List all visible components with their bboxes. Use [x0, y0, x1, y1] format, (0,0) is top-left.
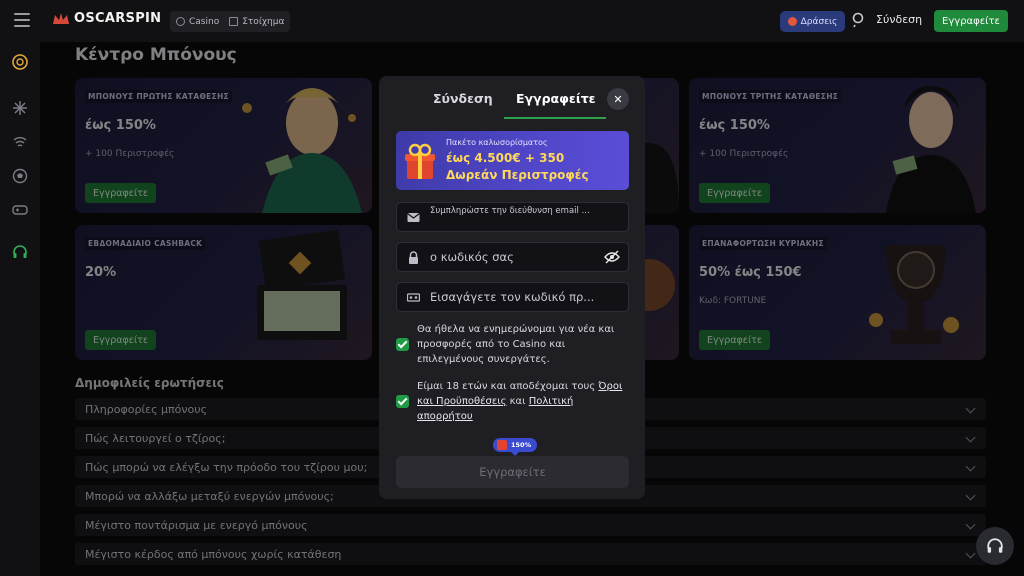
signal-icon[interactable]: [12, 134, 28, 150]
email-placeholder: Συμπληρώστε την διεύθυνση email ...: [430, 206, 590, 216]
password-placeholder: ο κωδικός σας: [430, 250, 514, 264]
close-button[interactable]: ✕: [607, 88, 629, 110]
headset-icon[interactable]: [12, 244, 28, 260]
banner-free-spins: Δωρεάν Περιστροφές: [446, 168, 589, 182]
register-button-top[interactable]: Εγγραφείτε: [934, 10, 1008, 32]
bonus-pill-label: 150%: [511, 441, 532, 449]
newsletter-checkbox[interactable]: [396, 338, 409, 351]
banner-subtitle: Πακέτο καλωσορίσματος: [446, 138, 548, 147]
terms-text: Είμαι 18 ετών και αποδέχομαι τους Όροι κ…: [417, 379, 629, 424]
gamepad-icon[interactable]: [12, 202, 28, 218]
email-field[interactable]: Συμπληρώστε την διεύθυνση email ...: [396, 202, 629, 232]
promo-code-field[interactable]: Εισαγάγετε τον κωδικό πρ...: [396, 282, 629, 312]
ticket-icon: [407, 293, 420, 302]
promotions-label: Δράσεις: [800, 16, 838, 27]
logo[interactable]: OSCARSPIN: [52, 11, 161, 26]
terms-middle: και: [506, 396, 529, 407]
newsletter-text: Θα ήθελα να ενημερώνομαι για νέα και προ…: [417, 324, 615, 365]
sports-icon: [229, 17, 239, 26]
gift-box-icon: [405, 143, 435, 179]
tab-sports-label: Στοίχημα: [242, 16, 285, 27]
active-tab-indicator: [504, 117, 606, 119]
promo-code-placeholder: Εισαγάγετε τον κωδικό πρ...: [430, 290, 595, 304]
tab-casino[interactable]: Casino: [176, 17, 219, 27]
tab-casino-label: Casino: [189, 16, 220, 27]
menu-icon[interactable]: [14, 13, 30, 27]
search-icon[interactable]: [852, 12, 866, 28]
product-tabs: Casino Στοίχημα: [170, 11, 291, 32]
support-chat-button[interactable]: [976, 527, 1014, 565]
gift-icon: [497, 440, 507, 450]
banner-amount: έως 4.500€ + 350: [446, 151, 565, 165]
welcome-banner: Πακέτο καλωσορίσματος έως 4.500€ + 350 Δ…: [396, 131, 629, 190]
snowflake-icon[interactable]: [12, 100, 28, 116]
bonus-pill: 150%: [493, 438, 538, 456]
login-link[interactable]: Σύνδεση: [876, 13, 922, 26]
terms-checkbox[interactable]: [396, 395, 409, 408]
crown-icon: [53, 12, 69, 24]
tab-register[interactable]: Εγγραφείτε: [516, 91, 596, 106]
auth-modal: Σύνδεση Εγγραφείτε ✕ Πακέτο καλωσορίσματ…: [379, 76, 645, 499]
promo-icon: [787, 17, 797, 26]
envelope-icon: [407, 213, 420, 222]
casino-icon: [176, 17, 185, 26]
register-submit-button[interactable]: Εγγραφείτε: [396, 456, 629, 488]
headset-icon: [987, 538, 1003, 553]
eye-off-icon[interactable]: [604, 250, 620, 264]
promotions-button[interactable]: Δράσεις: [780, 11, 845, 32]
roulette-icon[interactable]: [12, 54, 28, 70]
tab-login[interactable]: Σύνδεση: [433, 91, 493, 106]
password-field[interactable]: ο κωδικός σας: [396, 242, 629, 272]
football-icon[interactable]: [12, 168, 28, 184]
top-bar: OSCARSPIN Casino Στοίχημα Δράσεις Σύνδεσ…: [0, 0, 1024, 42]
lock-icon: [409, 251, 418, 264]
logo-text: OSCARSPIN: [74, 11, 162, 26]
terms-prefix: Είμαι 18 ετών και αποδέχομαι τους: [417, 381, 599, 392]
left-rail: [0, 42, 40, 576]
tab-sports[interactable]: Στοίχημα: [229, 17, 284, 27]
